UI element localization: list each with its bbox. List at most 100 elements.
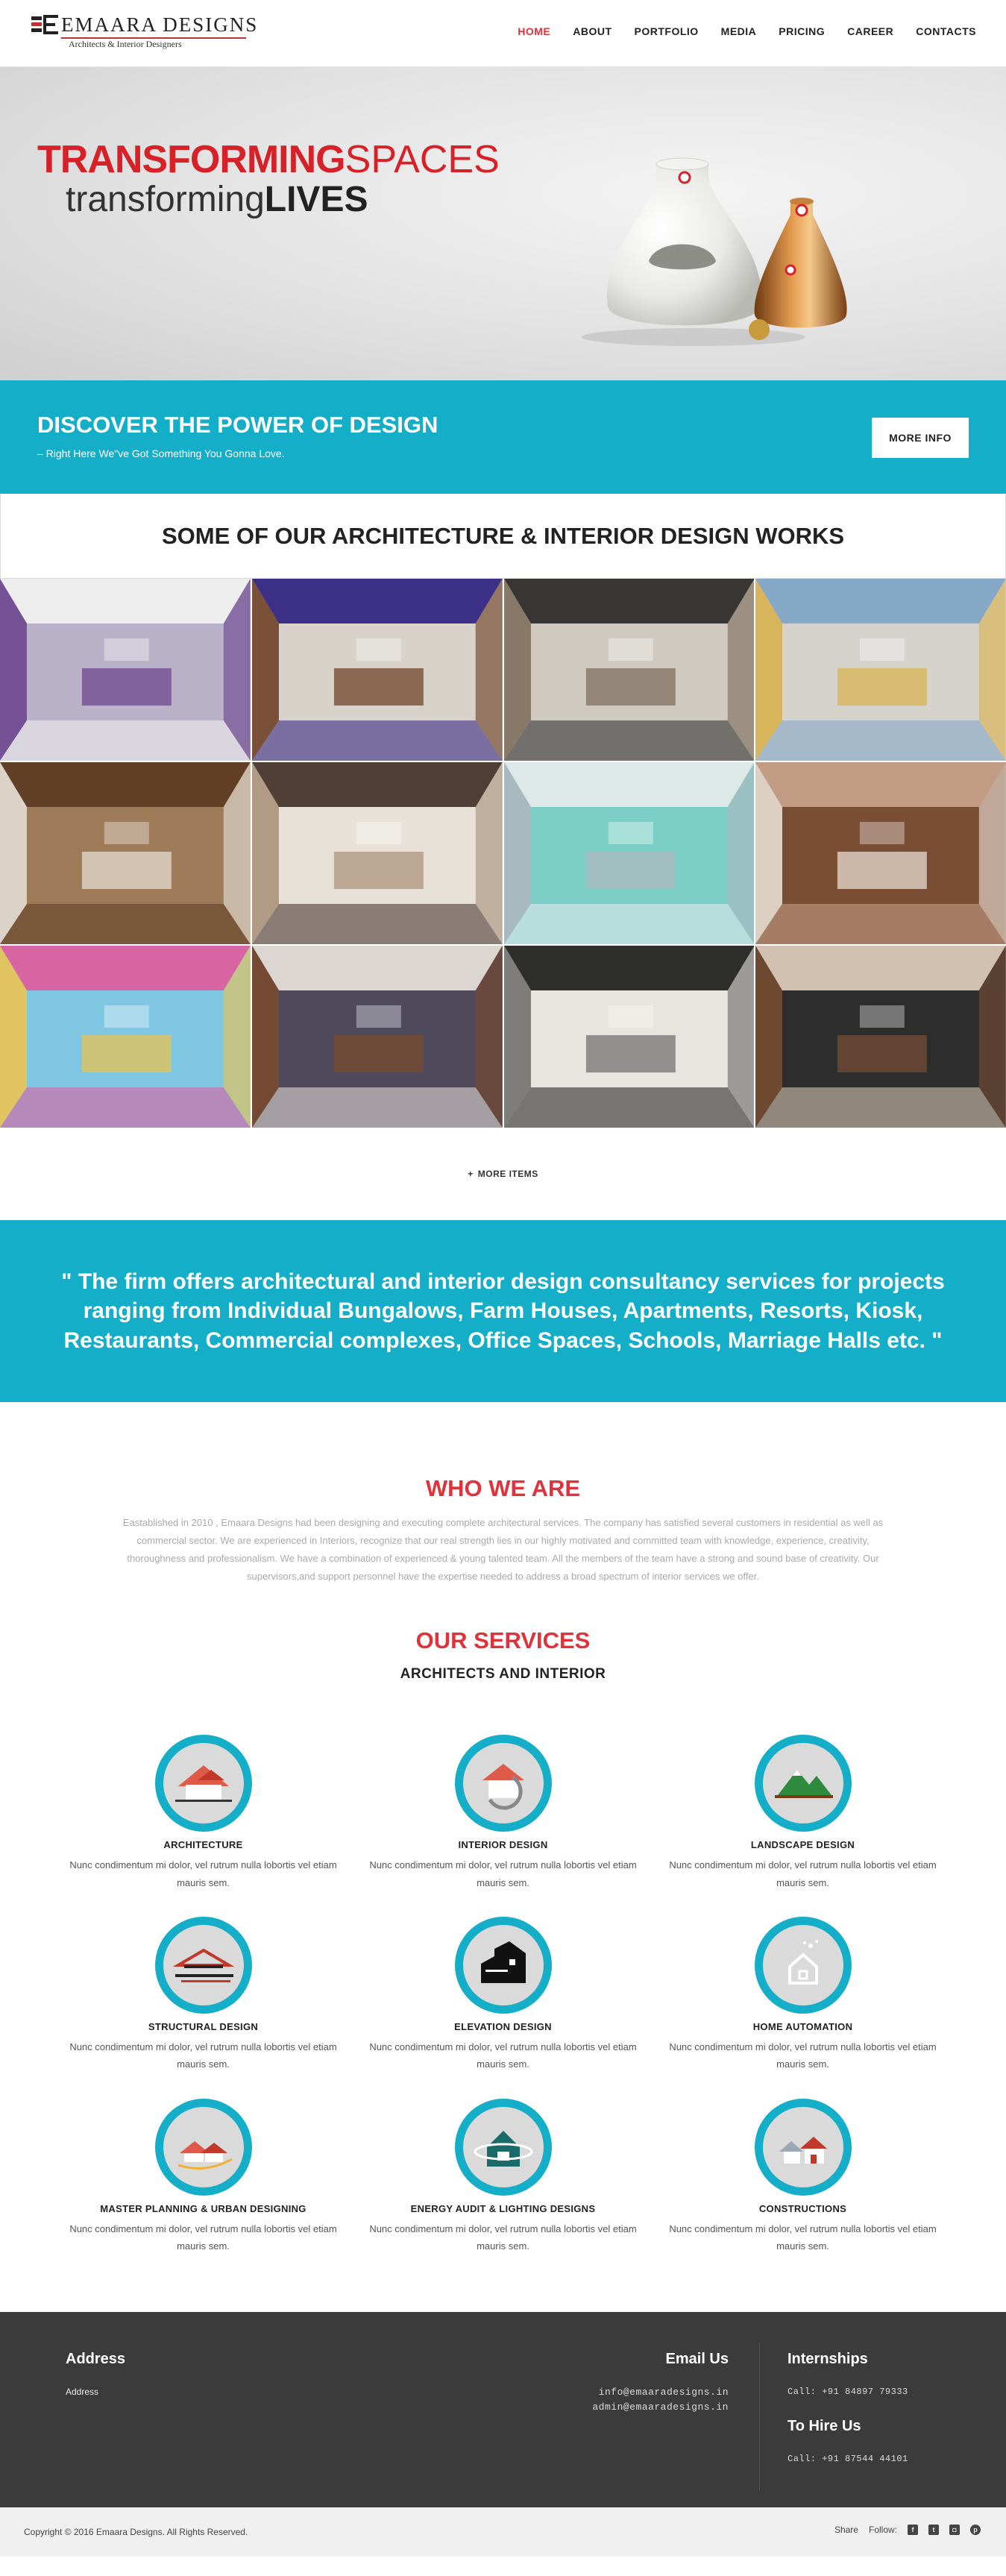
- nav-pricing[interactable]: PRICING: [779, 25, 825, 37]
- service-card[interactable]: ENERGY AUDIT & LIGHTING DESIGNS Nunc cond…: [353, 2098, 653, 2255]
- gallery-tile-kids-room[interactable]: [0, 946, 251, 1128]
- main-nav: HOME ABOUT PORTFOLIO MEDIA PRICING CAREE…: [518, 25, 976, 37]
- services-header: OUR SERVICES ARCHITECTS AND INTERIOR: [0, 1627, 1006, 1683]
- service-description: Nunc condimentum mi dolor, vel rutrum nu…: [369, 2222, 637, 2252]
- gallery-tile-ceiling-lounge[interactable]: [755, 946, 1006, 1128]
- works-title: SOME OF OUR ARCHITECTURE & INTERIOR DESI…: [161, 522, 845, 549]
- more-items-link[interactable]: + MORE ITEMS: [0, 1128, 1006, 1220]
- service-card[interactable]: LANDSCAPE DESIGN Nunc condimentum mi dolo…: [653, 1735, 953, 1891]
- service-icon-ring: [454, 1916, 552, 2014]
- quote-banner: " The firm offers architectural and inte…: [0, 1220, 1006, 1402]
- works-header: SOME OF OUR ARCHITECTURE & INTERIOR DESI…: [0, 494, 1006, 579]
- plus-icon: +: [468, 1169, 474, 1179]
- hero-word-transforming-lower: transforming: [66, 180, 265, 219]
- service-icon-badge: [762, 2106, 843, 2187]
- service-icon-ring: [154, 1916, 252, 2014]
- gallery-tile-corridor-interior[interactable]: [0, 579, 251, 761]
- service-title: MASTER PLANNING & URBAN DESIGNING: [100, 2202, 306, 2214]
- service-card[interactable]: ARCHITECTURE Nunc condimentum mi dolor, v…: [54, 1735, 353, 1891]
- nav-career[interactable]: CAREER: [847, 25, 893, 37]
- hero-headline-2: transformingLIVES: [66, 182, 368, 218]
- service-card[interactable]: ELEVATION DESIGN Nunc condimentum mi dolo…: [353, 1916, 653, 2073]
- urban-plan-icon: [177, 2140, 233, 2170]
- service-icon-ring: [754, 2098, 852, 2196]
- discover-title: DISCOVER THE POWER OF DESIGN: [37, 412, 438, 438]
- construction-icon: [779, 2136, 827, 2164]
- nav-about[interactable]: ABOUT: [573, 25, 612, 37]
- gallery-tile-white-hall[interactable]: [503, 762, 755, 944]
- gallery-image: [0, 946, 251, 1128]
- footer-internships-call: Call: +91 84897 79333: [787, 2386, 908, 2397]
- nav-contacts[interactable]: CONTACTS: [916, 25, 976, 37]
- pinterest-icon[interactable]: p: [970, 2524, 981, 2535]
- footer-email-info[interactable]: info@emaaradesigns.in: [599, 2387, 729, 2398]
- service-card[interactable]: INTERIOR DESIGN Nunc condimentum mi dolor…: [353, 1735, 653, 1891]
- service-description: Nunc condimentum mi dolor, vel rutrum nu…: [669, 2222, 937, 2252]
- service-title: LANDSCAPE DESIGN: [750, 1839, 855, 1851]
- site-header: EMAARA DESIGNS Architects & Interior Des…: [0, 0, 1006, 67]
- service-icon-badge: [163, 1924, 244, 2005]
- service-description: Nunc condimentum mi dolor, vel rutrum nu…: [669, 1859, 937, 1888]
- service-card[interactable]: CONSTRUCTIONS Nunc condimentum mi dolor, …: [653, 2098, 953, 2255]
- services-grid: ARCHITECTURE Nunc condimentum mi dolor, v…: [0, 1735, 1006, 2255]
- service-icon-badge: [762, 1924, 843, 2005]
- gallery-tile-bedroom-dark[interactable]: [503, 579, 755, 761]
- service-title: HOME AUTOMATION: [752, 2020, 853, 2032]
- footer-divider: [759, 2343, 760, 2491]
- gallery-image: [755, 579, 1006, 761]
- service-icon-badge: [163, 2106, 244, 2187]
- structure-icon: [172, 1948, 234, 1982]
- service-icon-ring: [754, 1916, 852, 2014]
- gallery-image: [503, 762, 755, 944]
- service-icon-badge: [462, 1743, 544, 1824]
- discover-subtitle: – Right Here We"ve Got Something You Gon…: [37, 447, 285, 459]
- service-description: Nunc condimentum mi dolor, vel rutrum nu…: [369, 2041, 637, 2070]
- footer-hire-title: To Hire Us: [787, 2417, 861, 2434]
- more-info-button[interactable]: MORE INFO: [872, 418, 969, 458]
- elevation-icon: [480, 1941, 526, 1983]
- who-title: WHO WE ARE: [425, 1475, 581, 1501]
- gallery-tile-black-lounge[interactable]: [503, 946, 755, 1128]
- house-roof-icon: [175, 1765, 232, 1803]
- footer-hire-call: Call: +91 87544 44101: [787, 2453, 908, 2464]
- instagram-icon[interactable]: ◘: [949, 2524, 960, 2535]
- service-title: STRUCTURAL DESIGN: [148, 2020, 259, 2032]
- gallery-tile-building-exterior[interactable]: [755, 579, 1006, 761]
- service-title: INTERIOR DESIGN: [458, 1839, 548, 1851]
- service-icon-badge: [163, 1743, 244, 1824]
- services-subtitle: ARCHITECTS AND INTERIOR: [400, 1666, 606, 1683]
- service-title: CONSTRUCTIONS: [758, 2202, 847, 2214]
- gallery-tile-bedroom-wood[interactable]: [251, 762, 503, 944]
- service-card[interactable]: STRUCTURAL DESIGN Nunc condimentum mi dol…: [54, 1916, 353, 2073]
- footer-email-admin[interactable]: admin@emaaradesigns.in: [592, 2401, 729, 2413]
- gallery-tile-tv-lounge[interactable]: [251, 946, 503, 1128]
- service-icon-badge: [462, 1924, 544, 2005]
- brand-logo[interactable]: EMAARA DESIGNS Architects & Interior Des…: [30, 9, 257, 54]
- gallery-tile-living-room-wood[interactable]: [0, 762, 251, 944]
- nav-portfolio[interactable]: PORTFOLIO: [635, 25, 699, 37]
- service-card[interactable]: MASTER PLANNING & URBAN DESIGNING Nunc co…: [54, 2098, 353, 2255]
- footer-address-title: Address: [66, 2350, 126, 2367]
- gallery-image: [251, 579, 503, 761]
- nav-media[interactable]: MEDIA: [721, 25, 757, 37]
- service-description: Nunc condimentum mi dolor, vel rutrum nu…: [69, 2041, 337, 2070]
- gallery-tile-kitchen-interior[interactable]: [251, 579, 503, 761]
- nav-home[interactable]: HOME: [518, 25, 550, 37]
- energy-house-icon: [474, 2130, 532, 2167]
- follow-label: Follow:: [868, 2524, 897, 2535]
- hero-headline-1: TRANSFORMINGSPACES: [37, 140, 500, 179]
- gallery-image: [251, 762, 503, 944]
- service-icon-ring: [154, 1735, 252, 1832]
- brand-name: EMAARA DESIGNS: [61, 13, 259, 36]
- discover-banner: DISCOVER THE POWER OF DESIGN – Right Her…: [0, 380, 1006, 494]
- service-card[interactable]: HOME AUTOMATION Nunc condimentum mi dolor…: [653, 1916, 953, 2073]
- gallery-image: [251, 946, 503, 1128]
- twitter-icon[interactable]: t: [928, 2524, 939, 2535]
- footer-email-title: Email Us: [665, 2350, 729, 2367]
- share-label[interactable]: Share: [834, 2525, 858, 2535]
- facebook-icon[interactable]: f: [908, 2524, 918, 2535]
- gallery-tile-dining-room[interactable]: [755, 762, 1006, 944]
- service-description: Nunc condimentum mi dolor, vel rutrum nu…: [69, 2222, 337, 2252]
- service-description: Nunc condimentum mi dolor, vel rutrum nu…: [669, 2041, 937, 2070]
- hero-vases-image: [582, 157, 847, 346]
